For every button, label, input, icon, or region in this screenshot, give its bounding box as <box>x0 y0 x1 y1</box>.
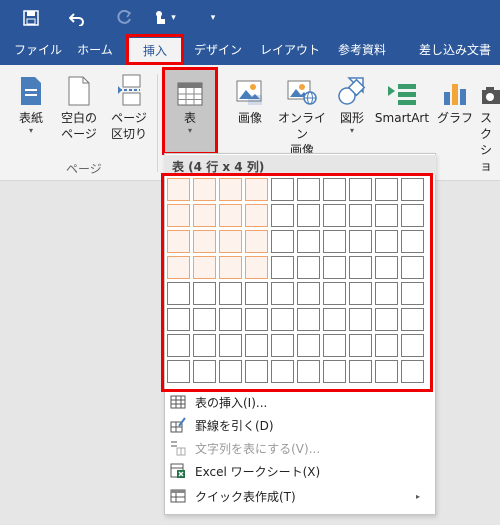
camera-icon <box>480 72 500 106</box>
save-icon[interactable] <box>20 0 42 35</box>
quick-tables-icon <box>169 488 187 504</box>
online-picture-icon <box>274 72 330 106</box>
insert-table-menu-item[interactable]: 表の挿入(I)... <box>167 391 432 413</box>
tab-mailings[interactable]: 差し込み文書 <box>412 35 498 65</box>
blank-page-icon <box>58 72 100 106</box>
smartart-button[interactable]: SmartArt <box>372 72 432 126</box>
table-grid-highlight <box>161 173 433 392</box>
page-break-button[interactable]: ページ 区切り <box>108 72 150 142</box>
excel-worksheet-menu-item[interactable]: Excel ワークシート(X) <box>167 460 432 482</box>
insert-table-icon <box>169 394 187 410</box>
tab-file[interactable]: ファイル <box>14 35 62 65</box>
screenshot-button[interactable]: スク ショ <box>480 72 500 174</box>
insert-tab-highlight <box>126 34 184 65</box>
table-button-highlight <box>162 67 218 155</box>
picture-icon <box>228 72 272 106</box>
pages-group-label: ページ <box>66 162 102 176</box>
redo-icon[interactable] <box>113 0 135 35</box>
undo-icon[interactable] <box>66 0 88 35</box>
shapes-icon <box>332 72 372 106</box>
chevron-down-icon: ▾ <box>349 126 354 135</box>
chevron-right-icon: ▸ <box>415 491 420 501</box>
draw-table-menu-item[interactable]: 罫線を引く(D) <box>167 414 432 436</box>
tab-layout[interactable]: レイアウト <box>260 35 320 65</box>
draw-table-icon <box>169 417 187 433</box>
blank-page-button[interactable]: 空白の ページ <box>58 72 100 142</box>
convert-text-to-table-menu-item[interactable]: 文字列を表にする(V)... <box>167 437 432 459</box>
chevron-down-icon: ▾ <box>171 12 176 23</box>
smartart-icon <box>372 72 432 106</box>
cover-page-icon <box>10 72 52 106</box>
quick-tables-menu-item[interactable]: クイック表作成(T) ▸ <box>167 485 432 507</box>
tab-references[interactable]: 参考資料 <box>334 35 390 65</box>
customize-qat-icon[interactable]: ▾ <box>206 0 220 35</box>
group-separator <box>157 74 158 172</box>
shapes-button[interactable]: 図形 ▾ <box>332 72 372 136</box>
chart-icon <box>436 72 474 106</box>
touch-mode-icon[interactable]: ▾ <box>150 0 180 35</box>
page-break-icon <box>108 72 150 106</box>
tab-design[interactable]: デザイン <box>192 35 244 65</box>
chart-button[interactable]: グラフ <box>436 72 474 126</box>
cover-page-button[interactable]: 表紙 ▾ <box>10 72 52 136</box>
pictures-button[interactable]: 画像 <box>228 72 272 126</box>
excel-worksheet-icon <box>169 463 187 479</box>
tab-home[interactable]: ホーム <box>72 35 118 65</box>
convert-text-to-table-icon <box>169 440 187 456</box>
chevron-down-icon: ▾ <box>28 126 33 135</box>
online-pictures-button[interactable]: オンライン 画像 <box>274 72 330 158</box>
